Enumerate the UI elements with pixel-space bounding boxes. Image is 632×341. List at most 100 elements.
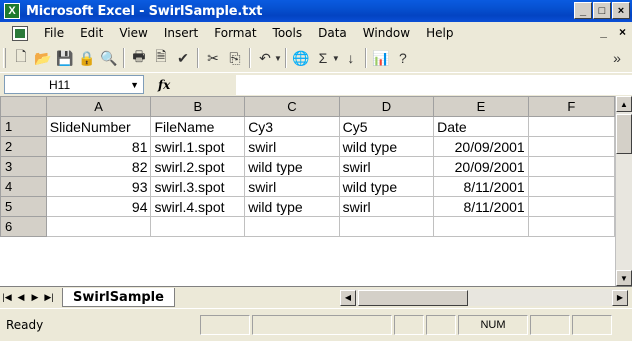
save-icon[interactable]: 💾 xyxy=(54,47,76,69)
cell[interactable] xyxy=(527,156,615,177)
row-header[interactable]: 2 xyxy=(0,136,47,157)
excel-app-icon[interactable]: X xyxy=(4,3,20,19)
cell[interactable] xyxy=(527,196,615,217)
new-icon[interactable]: 🗋 xyxy=(10,47,32,69)
autosum-icon[interactable]: Σ xyxy=(312,47,334,69)
print-preview-icon[interactable]: 🗎 xyxy=(150,47,172,69)
insert-function-icon[interactable]: fx xyxy=(158,78,170,92)
name-box-dropdown-icon[interactable]: ▼ xyxy=(130,80,139,90)
chart-wizard-icon[interactable]: 📊 xyxy=(370,47,392,69)
undo-icon[interactable]: ↶ xyxy=(254,47,276,69)
cell[interactable] xyxy=(244,216,340,237)
cell[interactable] xyxy=(527,136,615,157)
cell[interactable] xyxy=(150,216,246,237)
cell[interactable] xyxy=(527,216,615,237)
doc-minimize-button[interactable]: _ xyxy=(600,25,607,39)
copy-icon[interactable]: ⎘ xyxy=(224,47,246,69)
row-header[interactable]: 4 xyxy=(0,176,47,197)
menu-data[interactable]: Data xyxy=(310,26,355,40)
close-button[interactable]: × xyxy=(612,2,630,19)
prev-sheet-icon[interactable]: ◀ xyxy=(14,292,28,303)
horizontal-scrollbar[interactable]: ◀ ▶ xyxy=(340,289,628,306)
last-sheet-icon[interactable]: ▶| xyxy=(42,292,56,303)
vertical-scroll-thumb[interactable] xyxy=(616,114,632,154)
cell[interactable]: 20/09/2001 xyxy=(433,136,529,157)
vertical-scrollbar[interactable]: ▲ ▼ xyxy=(615,96,632,286)
research-icon[interactable]: 🔍 xyxy=(98,47,120,69)
permission-icon[interactable]: 🔒 xyxy=(76,47,98,69)
cell[interactable]: 20/09/2001 xyxy=(433,156,529,177)
menu-tools[interactable]: Tools xyxy=(265,26,311,40)
cell[interactable]: 8/11/2001 xyxy=(433,196,529,217)
scroll-up-icon[interactable]: ▲ xyxy=(616,96,632,112)
cell[interactable]: swirl xyxy=(338,156,435,177)
cell[interactable]: swirl.1.spot xyxy=(150,136,246,157)
toolbar-grip[interactable] xyxy=(3,48,6,68)
workbook-icon[interactable] xyxy=(12,25,28,41)
cell[interactable] xyxy=(527,116,615,137)
cell[interactable]: swirl.4.spot xyxy=(150,196,246,217)
select-all-corner[interactable] xyxy=(0,96,47,117)
cell[interactable] xyxy=(45,216,152,237)
autosum-dropdown-icon[interactable]: ▼ xyxy=(332,54,340,63)
sort-ascending-icon[interactable]: ↓ xyxy=(340,47,362,69)
maximize-button[interactable]: □ xyxy=(593,2,611,19)
print-icon[interactable]: 🖶 xyxy=(128,47,150,69)
scroll-right-icon[interactable]: ▶ xyxy=(612,289,628,306)
minimize-button[interactable]: _ xyxy=(574,2,592,19)
cell[interactable]: 82 xyxy=(45,156,152,177)
doc-close-button[interactable]: × xyxy=(619,25,626,39)
scroll-left-icon[interactable]: ◀ xyxy=(340,289,356,306)
help-icon[interactable]: ? xyxy=(392,47,414,69)
menu-format[interactable]: Format xyxy=(206,26,264,40)
first-sheet-icon[interactable]: |◀ xyxy=(0,292,14,303)
cell[interactable]: 8/11/2001 xyxy=(433,176,529,197)
horizontal-scroll-thumb[interactable] xyxy=(358,289,468,306)
cell[interactable]: SlideNumber xyxy=(45,116,152,137)
row-header[interactable]: 3 xyxy=(0,156,47,177)
menu-file[interactable]: File xyxy=(36,26,72,40)
cell[interactable]: wild type xyxy=(244,156,340,177)
column-header-f[interactable]: F xyxy=(527,96,615,117)
cell[interactable] xyxy=(338,216,435,237)
column-header-d[interactable]: D xyxy=(338,96,435,117)
scroll-down-icon[interactable]: ▼ xyxy=(616,270,632,286)
worksheet-grid[interactable]: A B C D E F 1 SlideNumber FileName Cy3 C… xyxy=(0,96,615,286)
cell[interactable]: Date xyxy=(433,116,529,137)
cell[interactable]: wild type xyxy=(338,136,435,157)
row-header[interactable]: 5 xyxy=(0,196,47,217)
cell[interactable]: swirl xyxy=(244,136,340,157)
cut-icon[interactable]: ✂ xyxy=(202,47,224,69)
name-box[interactable]: H11 ▼ xyxy=(4,75,144,94)
column-header-b[interactable]: B xyxy=(150,96,246,117)
cell[interactable]: Cy5 xyxy=(338,116,435,137)
row-header[interactable]: 1 xyxy=(0,116,47,137)
menu-view[interactable]: View xyxy=(111,26,155,40)
column-header-a[interactable]: A xyxy=(45,96,152,117)
cell[interactable]: 93 xyxy=(45,176,152,197)
cell[interactable]: wild type xyxy=(338,176,435,197)
cell[interactable]: swirl xyxy=(338,196,435,217)
column-header-c[interactable]: C xyxy=(244,96,340,117)
cell[interactable]: swirl.2.spot xyxy=(150,156,246,177)
hyperlink-icon[interactable]: 🌐 xyxy=(290,47,312,69)
menu-insert[interactable]: Insert xyxy=(156,26,206,40)
column-header-e[interactable]: E xyxy=(433,96,529,117)
menu-help[interactable]: Help xyxy=(418,26,461,40)
formula-input[interactable] xyxy=(236,75,632,95)
cell[interactable]: Cy3 xyxy=(244,116,340,137)
undo-dropdown-icon[interactable]: ▼ xyxy=(274,54,282,63)
cell[interactable]: swirl xyxy=(244,176,340,197)
next-sheet-icon[interactable]: ▶ xyxy=(28,292,42,303)
cell[interactable]: swirl.3.spot xyxy=(150,176,246,197)
cell[interactable]: 81 xyxy=(45,136,152,157)
menu-window[interactable]: Window xyxy=(355,26,418,40)
toolbar-options-icon[interactable]: » xyxy=(606,47,628,69)
cell[interactable]: wild type xyxy=(244,196,340,217)
open-icon[interactable]: 📂 xyxy=(32,47,54,69)
sheet-tab-active[interactable]: SwirlSample xyxy=(62,288,175,307)
menu-edit[interactable]: Edit xyxy=(72,26,111,40)
cell[interactable] xyxy=(527,176,615,197)
cell[interactable] xyxy=(433,216,529,237)
cell[interactable]: FileName xyxy=(150,116,246,137)
